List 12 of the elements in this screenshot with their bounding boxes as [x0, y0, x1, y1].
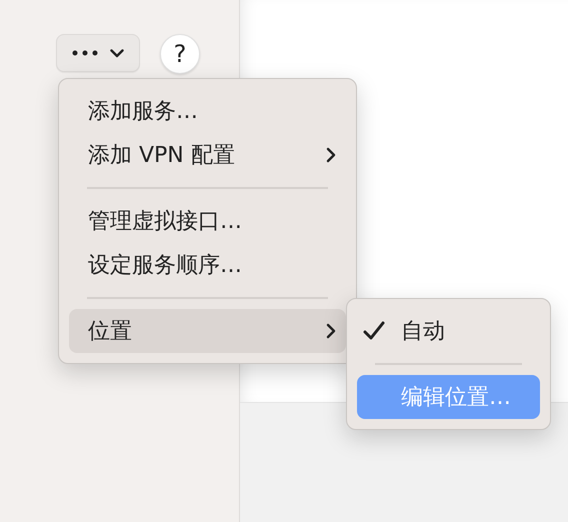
chevron-right-icon	[326, 147, 336, 163]
help-button[interactable]: ?	[160, 34, 200, 74]
chevron-right-icon	[326, 323, 336, 339]
menu-item[interactable]: 自动	[357, 309, 540, 353]
menu-item[interactable]: 位置	[69, 309, 346, 353]
chevron-down-icon	[110, 48, 124, 58]
menu-item[interactable]: 添加 VPN 配置	[69, 133, 346, 177]
action-menu-button[interactable]	[56, 34, 140, 72]
menu-item[interactable]: 管理虚拟接口…	[69, 199, 346, 243]
menu-item[interactable]: 设定服务顺序…	[69, 243, 346, 287]
more-icon	[72, 50, 98, 56]
menu-item[interactable]: 添加服务…	[69, 89, 346, 133]
